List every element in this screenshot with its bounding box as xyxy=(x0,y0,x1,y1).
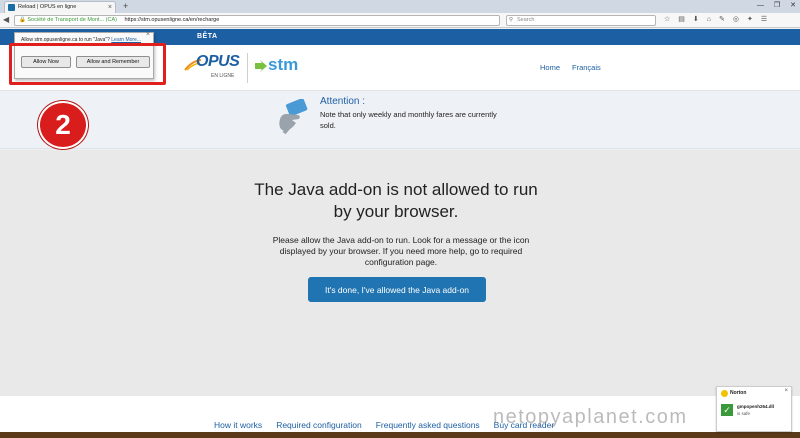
close-window-button[interactable]: ✕ xyxy=(790,0,796,12)
footer-link-how-it-works[interactable]: How it works xyxy=(214,420,262,430)
back-icon[interactable]: ◀ xyxy=(3,15,9,25)
url-organization: Société de Transport de Mont... (CA) xyxy=(27,17,117,23)
norton-file-name: gmpopenh264.dll xyxy=(737,404,775,409)
attention-text: Note that only weekly and monthly fares … xyxy=(320,110,497,130)
browser-tabstrip: Reload | OPUS en ligne × + — ❐ ✕ xyxy=(0,0,800,13)
tab-title: Reload | OPUS en ligne xyxy=(18,4,77,10)
norton-logo-icon xyxy=(721,390,728,397)
site-favicon-icon xyxy=(8,4,15,11)
attention-title: Attention : xyxy=(320,96,366,107)
window-controls: — ❐ ✕ xyxy=(757,0,796,12)
url-bar[interactable]: 🔒 Société de Transport de Mont... (CA) h… xyxy=(14,15,500,26)
stm-arrow-icon xyxy=(255,60,267,72)
sync-icon[interactable]: ◎ xyxy=(733,14,739,26)
opus-subtitle: EN LIGNE xyxy=(211,73,235,79)
attention-banner: Attention : Note that only weekly and mo… xyxy=(0,91,800,149)
popup-close-icon[interactable]: × xyxy=(146,31,150,38)
minimize-button[interactable]: — xyxy=(757,0,764,12)
nav-french-link[interactable]: Français xyxy=(572,63,601,72)
checkmark-icon: ✓ xyxy=(721,404,733,416)
step-number-badge: 2 xyxy=(38,101,88,149)
menu-icon[interactable]: ☰ xyxy=(761,14,767,26)
footer-link-required-configuration[interactable]: Required configuration xyxy=(276,420,362,430)
lock-icon: 🔒 xyxy=(19,17,26,23)
bookmarks-icon[interactable]: ▤ xyxy=(678,14,685,26)
page-headline: The Java add-on is not allowed to run by… xyxy=(254,180,538,221)
norton-close-icon[interactable]: × xyxy=(784,388,788,394)
browser-navbar: ◀ 🔒 Société de Transport de Mont... (CA)… xyxy=(0,13,800,28)
java-allowed-button[interactable]: It's done, I've allowed the Java add-on xyxy=(308,277,486,302)
highlight-box xyxy=(9,43,166,85)
search-placeholder: Search xyxy=(517,17,535,23)
search-icon: ⚲ xyxy=(509,17,514,23)
opus-name: OPUS xyxy=(196,53,240,70)
opus-logo[interactable]: OPUS EN LIGNE xyxy=(184,53,242,83)
search-input[interactable]: ⚲ Search xyxy=(506,15,656,26)
home-icon[interactable]: ⌂ xyxy=(707,14,711,26)
star-icon[interactable]: ☆ xyxy=(664,14,670,26)
beta-label: BÊTA xyxy=(197,33,218,40)
addon-icon[interactable]: ✦ xyxy=(747,14,753,26)
main-content: The Java add-on is not allowed to run by… xyxy=(0,150,800,396)
stm-name: stm xyxy=(268,55,299,74)
browser-tab[interactable]: Reload | OPUS en ligne × xyxy=(4,1,116,13)
header-nav: Home Français xyxy=(540,63,601,72)
extension-icon[interactable]: ✎ xyxy=(719,14,725,26)
download-icon[interactable]: ⬇ xyxy=(693,14,699,26)
footer-link-faq[interactable]: Frequently asked questions xyxy=(376,420,480,430)
url-text: https://stm.opusenligne.ca/en/recharge xyxy=(124,17,220,23)
norton-status: is safe xyxy=(737,411,751,416)
norton-brand: Norton xyxy=(730,390,747,396)
new-tab-button[interactable]: + xyxy=(123,0,128,12)
logo-divider xyxy=(247,53,248,83)
nav-home-link[interactable]: Home xyxy=(540,63,560,72)
maximize-button[interactable]: ❐ xyxy=(774,0,780,12)
tab-close-icon[interactable]: × xyxy=(108,2,112,13)
stm-logo[interactable]: stm xyxy=(254,55,304,81)
browser-toolbar-icons: ☆ ▤ ⬇ ⌂ ✎ ◎ ✦ ☰ xyxy=(664,14,767,26)
instructions-text: Please allow the Java add-on to run. Loo… xyxy=(272,235,530,267)
norton-notification: Norton × ✓ gmpopenh264.dll is safe xyxy=(716,386,792,432)
watermark: netopyaplanet.com xyxy=(493,406,688,428)
card-in-hand-icon xyxy=(279,99,308,135)
os-taskbar xyxy=(0,432,800,438)
